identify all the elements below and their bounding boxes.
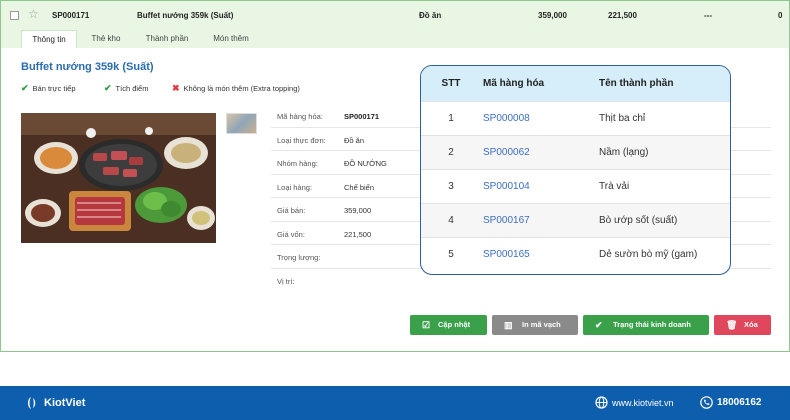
column-header-stt: STT (421, 66, 481, 101)
column-header-code: Mã hàng hóa (481, 66, 597, 101)
ingredients-table: STT Mã hàng hóa Tên thành phần 1 SP00000… (420, 65, 731, 275)
print-barcode-label: In mã vạch (522, 320, 561, 329)
flag-not-topping: ✖ Không là món thêm (Extra topping) (172, 83, 300, 94)
flag-direct-sale: ✔ Bán trực tiếp (21, 83, 76, 94)
tab-components[interactable]: Thành phần (137, 30, 197, 48)
delete-button-label: Xóa (744, 320, 758, 329)
info-value: Chế biến (344, 182, 375, 192)
cell-name: Trà vải (597, 168, 730, 203)
product-title: Buffet nướng 359k (Suất) (21, 61, 154, 73)
product-row[interactable]: ☆ SP000171 Buffet nướng 359k (Suất) Đồ ă… (1, 0, 789, 27)
product-detail-panel: ☆ SP000171 Buffet nướng 359k (Suất) Đồ ă… (0, 0, 790, 352)
info-label: Loại hàng: (277, 182, 313, 192)
cell-code-link[interactable]: SP000008 (481, 100, 597, 135)
update-button[interactable]: ☑ Cập nhật (410, 315, 487, 335)
row-type: Đồ ăn (419, 11, 442, 20)
check-icon: ✔ (21, 83, 29, 93)
cell-name: Nầm (lạng) (597, 134, 730, 169)
cell-code-link[interactable]: SP000104 (481, 168, 597, 203)
globe-icon (595, 396, 608, 409)
kiotviet-logo-icon (28, 397, 36, 409)
cell-code-link[interactable]: SP000165 (481, 236, 597, 271)
business-status-label: Trạng thái kinh doanh (613, 320, 691, 329)
info-value: Đồ ăn (344, 135, 365, 145)
brand-name: KiotViet (44, 397, 86, 409)
tab-extras[interactable]: Món thêm (204, 30, 258, 48)
cell-name: Dẻ sườn bò mỹ (gam) (597, 236, 730, 271)
table-row: 3 SP000104 Trà vải (421, 168, 730, 203)
row-name: Buffet nướng 359k (Suất) (137, 11, 234, 20)
info-value: 221,500 (344, 229, 372, 239)
row-checkbox[interactable] (10, 11, 19, 20)
flag-loyalty-points: ✔ Tích điểm (104, 83, 148, 94)
table-row: 2 SP000062 Nầm (lạng) (421, 134, 730, 169)
tab-stock-card[interactable]: Thẻ kho (83, 30, 129, 48)
tab-info[interactable]: Thông tin (21, 30, 77, 48)
footer-bar: KiotViet www.kiotviet.vn 18006162 (0, 386, 790, 420)
info-label: Vị trí: (277, 276, 295, 286)
business-status-button[interactable]: ✔ Trạng thái kinh doanh (583, 315, 709, 335)
detail-tabs: Thông tin Thẻ kho Thành phần Món thêm (1, 27, 789, 48)
cell-name: Bò ướp sốt (suất) (597, 202, 730, 237)
cell-stt: 4 (421, 202, 481, 237)
row-cost: 221,500 (608, 11, 637, 20)
info-label: Giá bán: (277, 206, 306, 215)
flag-label: Bán trực tiếp (32, 84, 76, 93)
info-label: Loại thực đơn: (277, 135, 326, 145)
table-row: 4 SP000167 Bò ướp sốt (suất) (421, 202, 730, 237)
star-icon[interactable]: ☆ (28, 7, 39, 21)
check-icon: ✔ (104, 83, 112, 93)
trash-icon: 🗑 (726, 320, 738, 330)
product-photo-image (21, 113, 216, 243)
cell-code-link[interactable]: SP000167 (481, 202, 597, 237)
column-header-name: Tên thành phần (597, 66, 730, 101)
edit-checkbox-icon: ☑ (422, 320, 431, 330)
delete-button[interactable]: 🗑 Xóa (714, 315, 771, 335)
info-label: Nhóm hàng: (277, 159, 318, 168)
row-stock: 0 (778, 11, 783, 20)
product-photo (21, 113, 216, 243)
row-code: SP000171 (52, 11, 90, 20)
row-dash: --- (704, 11, 712, 20)
phone-icon (700, 396, 713, 409)
cell-stt: 3 (421, 168, 481, 203)
info-value: ĐỒ NƯỚNG (344, 159, 387, 168)
update-button-label: Cập nhật (438, 320, 471, 329)
table-row: 1 SP000008 Thịt ba chỉ (421, 100, 730, 135)
website-text: www.kiotviet.vn (612, 398, 674, 408)
flag-label: Tích điểm (115, 84, 149, 93)
info-label: Trọng lượng: (277, 253, 321, 262)
info-value: SP000171 (344, 112, 380, 121)
table-row: 5 SP000165 Dẻ sườn bò mỹ (gam) (421, 236, 730, 271)
hotline-number: 18006162 (717, 397, 762, 408)
cell-name: Thịt ba chỉ (597, 100, 730, 135)
barcode-icon: ▥ (504, 320, 513, 330)
row-price: 359,000 (538, 11, 567, 20)
flag-label: Không là món thêm (Extra topping) (183, 84, 300, 93)
check-icon: ✔ (595, 320, 603, 330)
info-label: Giá vốn: (277, 229, 305, 239)
cell-code-link[interactable]: SP000062 (481, 134, 597, 169)
info-value: 359,000 (344, 206, 372, 215)
cell-stt: 1 (421, 100, 481, 135)
cross-icon: ✖ (172, 83, 180, 93)
info-label: Mã hàng hóa: (277, 112, 323, 121)
table-header-row: STT Mã hàng hóa Tên thành phần (421, 66, 730, 101)
cell-stt: 5 (421, 236, 481, 271)
print-barcode-button[interactable]: ▥ In mã vạch (492, 315, 578, 335)
cell-stt: 2 (421, 134, 481, 169)
product-thumbnail[interactable] (226, 113, 257, 134)
